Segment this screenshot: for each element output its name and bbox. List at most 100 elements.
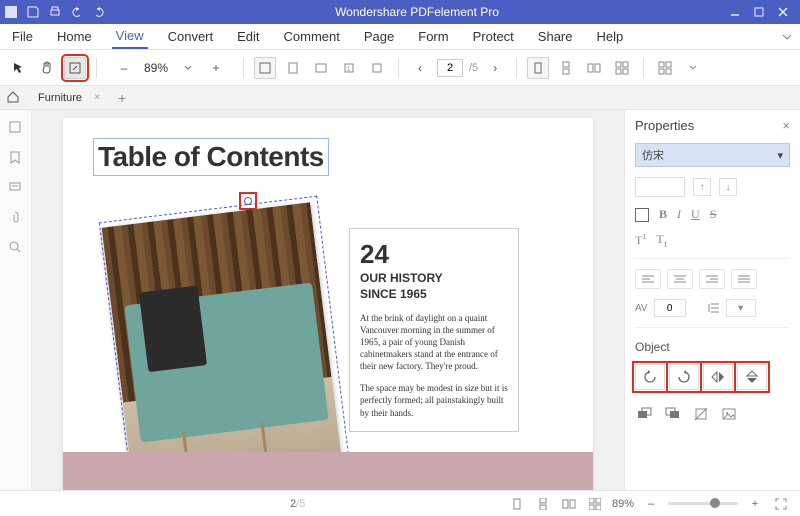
status-grid-icon[interactable]: [586, 495, 604, 513]
text-block[interactable]: 24 OUR HISTORY SINCE 1965 At the brink o…: [349, 228, 519, 432]
zoom-dropdown-icon[interactable]: [177, 57, 199, 79]
thumbnail-view-icon[interactable]: [654, 57, 676, 79]
send-back-icon[interactable]: [663, 406, 683, 422]
rotate-right-icon[interactable]: [669, 364, 699, 390]
collapse-ribbon-icon[interactable]: [782, 32, 792, 42]
tab-close-icon[interactable]: ×: [94, 92, 100, 103]
edit-object-tool-icon[interactable]: [64, 57, 86, 79]
selected-image[interactable]: [102, 202, 343, 490]
font-name: 仿宋: [642, 147, 664, 163]
maximize-icon[interactable]: [752, 5, 766, 19]
replace-image-icon[interactable]: [719, 406, 739, 422]
left-sidebar: [0, 110, 32, 490]
continuous-page-icon[interactable]: [555, 57, 577, 79]
search-panel-icon[interactable]: [8, 240, 24, 256]
underline-icon[interactable]: U: [691, 207, 700, 222]
minimize-icon[interactable]: [728, 5, 742, 19]
print-icon[interactable]: [48, 5, 62, 19]
menu-file[interactable]: File: [8, 25, 37, 48]
zoom-in-icon[interactable]: +: [205, 57, 227, 79]
bookmarks-panel-icon[interactable]: [8, 150, 24, 166]
two-page-continuous-icon[interactable]: [611, 57, 633, 79]
line-spacing-icon[interactable]: [708, 302, 720, 314]
thumbnail-dropdown-icon[interactable]: [682, 57, 704, 79]
char-spacing-input[interactable]: [654, 299, 686, 317]
rotate-left-icon[interactable]: [635, 364, 665, 390]
new-tab-icon[interactable]: +: [112, 90, 132, 106]
align-left-icon[interactable]: [635, 269, 661, 289]
bold-icon[interactable]: B: [659, 207, 667, 222]
panel-close-icon[interactable]: ×: [782, 118, 790, 133]
align-justify-icon[interactable]: [731, 269, 757, 289]
redo-icon[interactable]: [92, 5, 106, 19]
status-two-page-icon[interactable]: [560, 495, 578, 513]
fit-visible-icon[interactable]: [366, 57, 388, 79]
home-tab-icon[interactable]: [6, 90, 22, 106]
bring-front-icon[interactable]: [635, 406, 655, 422]
window-title: Wondershare PDFelement Pro: [106, 5, 728, 19]
fit-height-icon[interactable]: [310, 57, 332, 79]
line-spacing-select[interactable]: ▾: [726, 299, 756, 317]
two-page-icon[interactable]: [583, 57, 605, 79]
increase-size-icon[interactable]: ↑: [693, 178, 711, 196]
decrease-size-icon[interactable]: ↓: [719, 178, 737, 196]
hand-tool-icon[interactable]: [36, 57, 58, 79]
menu-home[interactable]: Home: [53, 25, 96, 48]
menubar: File Home View Convert Edit Comment Page…: [0, 24, 800, 50]
document-canvas[interactable]: Table of Contents 24 OUR HISTORY SINCE 1…: [32, 110, 624, 490]
status-zoom-in-icon[interactable]: +: [746, 495, 764, 513]
menu-comment[interactable]: Comment: [280, 25, 344, 48]
save-icon[interactable]: [26, 5, 40, 19]
menu-page[interactable]: Page: [360, 25, 398, 48]
page-number-input[interactable]: [437, 59, 463, 77]
superscript-icon[interactable]: T1: [635, 233, 646, 248]
select-tool-icon[interactable]: [8, 57, 30, 79]
crop-icon[interactable]: [691, 406, 711, 422]
italic-icon[interactable]: I: [677, 207, 681, 222]
align-center-icon[interactable]: [667, 269, 693, 289]
view-toolbar: – 89% + 1 ‹ /5 ›: [0, 50, 800, 86]
attachments-panel-icon[interactable]: [8, 210, 24, 226]
document-tab[interactable]: Furniture ×: [28, 89, 106, 107]
flip-vertical-icon[interactable]: [737, 364, 767, 390]
text-color-icon[interactable]: [635, 208, 649, 222]
menu-help[interactable]: Help: [593, 25, 628, 48]
zoom-slider[interactable]: [668, 502, 738, 505]
fullscreen-icon[interactable]: [772, 495, 790, 513]
fit-width-icon[interactable]: [282, 57, 304, 79]
menu-share[interactable]: Share: [534, 25, 577, 48]
fit-page-icon[interactable]: [254, 57, 276, 79]
menu-edit[interactable]: Edit: [233, 25, 263, 48]
status-single-page-icon[interactable]: [508, 495, 526, 513]
status-zoom-out-icon[interactable]: –: [642, 495, 660, 513]
comments-panel-icon[interactable]: [8, 180, 24, 196]
zoom-value[interactable]: 89%: [141, 61, 171, 75]
page-title[interactable]: Table of Contents: [93, 138, 329, 176]
undo-icon[interactable]: [70, 5, 84, 19]
zoom-controls: – 89% +: [113, 57, 227, 79]
menu-view[interactable]: View: [112, 24, 148, 49]
align-right-icon[interactable]: [699, 269, 725, 289]
close-icon[interactable]: [776, 5, 790, 19]
tab-label: Furniture: [38, 92, 82, 104]
status-zoom-value[interactable]: 89%: [612, 498, 634, 510]
thumbnails-panel-icon[interactable]: [8, 120, 24, 136]
font-family-select[interactable]: 仿宋 ▾: [635, 143, 790, 167]
font-size-select[interactable]: [635, 177, 685, 197]
subscript-icon[interactable]: T1: [656, 232, 667, 248]
strikethrough-icon[interactable]: S: [710, 207, 717, 222]
object-section-title: Object: [635, 340, 790, 354]
titlebar: Wondershare PDFelement Pro: [0, 0, 800, 24]
flip-horizontal-icon[interactable]: [703, 364, 733, 390]
prev-page-icon[interactable]: ‹: [409, 57, 431, 79]
separator: [398, 58, 399, 78]
menu-protect[interactable]: Protect: [469, 25, 518, 48]
status-continuous-icon[interactable]: [534, 495, 552, 513]
block-heading-1: OUR HISTORY: [360, 272, 508, 286]
zoom-out-icon[interactable]: –: [113, 57, 135, 79]
actual-size-icon[interactable]: 1: [338, 57, 360, 79]
single-page-icon[interactable]: [527, 57, 549, 79]
next-page-icon[interactable]: ›: [484, 57, 506, 79]
menu-form[interactable]: Form: [414, 25, 452, 48]
menu-convert[interactable]: Convert: [164, 25, 218, 48]
